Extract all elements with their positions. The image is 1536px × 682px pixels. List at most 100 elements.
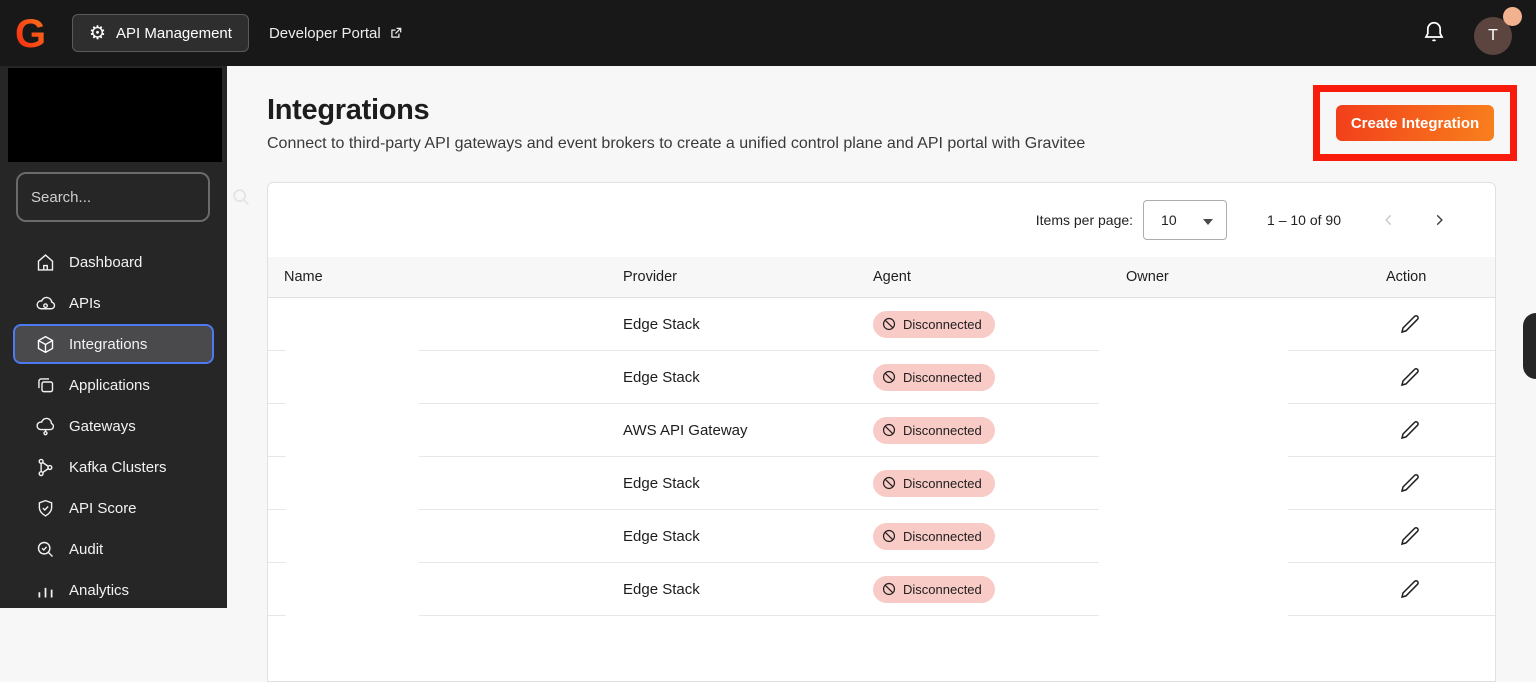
sidebar-item-apis[interactable]: APIs (13, 283, 214, 323)
edit-pencil-icon[interactable] (1396, 522, 1424, 550)
column-header-name: Name (284, 269, 323, 285)
status-badge: Disconnected (873, 310, 995, 338)
api-management-label: API Management (116, 24, 232, 42)
search-check-icon (34, 538, 56, 560)
redacted-cell-overlay (1099, 351, 1288, 405)
redacted-cell-overlay (286, 457, 419, 511)
sidebar-item-analytics[interactable]: Analytics (13, 570, 214, 610)
redacted-cell-overlay (286, 404, 419, 458)
sidebar-item-kafka-clusters[interactable]: Kafka Clusters (13, 447, 214, 487)
cell-action (1370, 416, 1495, 444)
edit-pencil-icon[interactable] (1396, 469, 1424, 497)
floating-widget-partial[interactable] (1523, 313, 1536, 379)
redacted-cell-overlay (1099, 298, 1288, 352)
sidebar-search (16, 172, 249, 222)
sidebar-item-label: Integrations (69, 335, 148, 353)
edit-pencil-icon[interactable] (1396, 363, 1424, 391)
main-content: Integrations Connect to third-party API … (227, 66, 1536, 682)
items-per-page-label: Items per page: (1035, 212, 1134, 228)
cell-agent: Disconnected (857, 575, 1110, 603)
cell-agent: Disconnected (857, 310, 1110, 338)
sidebar: Dashboard APIs Integrations Appli (0, 66, 249, 611)
gear-icon: ⚙ (89, 22, 107, 44)
disconnected-icon (882, 317, 896, 331)
edit-pencil-icon[interactable] (1396, 575, 1424, 603)
column-header-agent: Agent (873, 269, 911, 285)
sidebar-item-label: Applications (69, 376, 150, 394)
developer-portal-link[interactable]: Developer Portal (269, 25, 403, 42)
svg-text:G: G (15, 12, 46, 55)
status-badge-label: Disconnected (903, 369, 982, 385)
cloud-node-icon (34, 415, 56, 437)
redacted-cell-overlay (1099, 510, 1288, 564)
topbar-actions: T (1420, 7, 1522, 55)
disconnected-icon (882, 370, 896, 384)
api-management-button[interactable]: ⚙ API Management (72, 14, 249, 52)
table-row: Edge Stack Disconnected (268, 351, 1495, 405)
annotation-highlight-box: Create Integration (1313, 85, 1517, 161)
edit-pencil-icon[interactable] (1396, 310, 1424, 338)
layered-squares-icon (34, 374, 56, 396)
redacted-cell-overlay (1099, 404, 1288, 458)
table-header-row: Name Provider Agent Owner Action (268, 257, 1495, 298)
column-header-owner: Owner (1126, 269, 1169, 285)
disconnected-icon (882, 476, 896, 490)
search-input[interactable] (18, 188, 230, 206)
next-page-button[interactable] (1427, 208, 1451, 232)
cell-action (1370, 310, 1495, 338)
top-bar: G ⚙ API Management Developer Portal T (0, 0, 1536, 66)
sidebar-nav: Dashboard APIs Integrations Applications… (0, 242, 227, 611)
page-subtitle: Connect to third-party API gateways and … (267, 135, 1086, 152)
redacted-cell-overlay (286, 563, 419, 617)
status-badge-label: Disconnected (903, 528, 982, 544)
sidebar-item-audit[interactable]: Audit (13, 529, 214, 569)
previous-page-button[interactable] (1377, 208, 1401, 232)
sidebar-item-label: API Score (69, 499, 137, 517)
notifications-bell-icon[interactable] (1420, 19, 1448, 47)
status-badge-label: Disconnected (903, 316, 982, 332)
external-link-icon (389, 26, 403, 40)
pagination-bar: Items per page: 10 1 – 10 of 90 (268, 183, 1495, 257)
create-integration-button[interactable]: Create Integration (1336, 105, 1494, 141)
cell-action (1370, 575, 1495, 603)
sidebar-item-label: Audit (69, 540, 104, 558)
developer-portal-label: Developer Portal (268, 24, 381, 42)
redacted-environment-block (8, 68, 222, 162)
sidebar-item-applications[interactable]: Applications (13, 365, 214, 405)
sidebar-item-gateways[interactable]: Gateways (13, 406, 214, 446)
redacted-cell-overlay (1099, 457, 1288, 511)
cell-provider: AWS API Gateway (623, 421, 748, 439)
column-header-action: Action (1386, 269, 1427, 285)
sidebar-item-dashboard[interactable]: Dashboard (13, 242, 214, 282)
kafka-nodes-icon (34, 456, 56, 478)
items-per-page-select[interactable]: 10 (1143, 200, 1228, 240)
status-badge: Disconnected (873, 522, 995, 550)
status-badge-label: Disconnected (903, 422, 982, 438)
cell-provider: Edge Stack (623, 527, 700, 545)
redacted-cell-overlay (286, 510, 419, 564)
search-icon (230, 186, 252, 208)
disconnected-icon (882, 582, 896, 596)
status-badge: Disconnected (873, 363, 995, 391)
table-row: Edge Stack Disconnected (268, 298, 1495, 352)
home-icon (34, 251, 56, 273)
user-menu: T (1474, 7, 1522, 55)
table-row: Edge Stack Disconnected (268, 563, 1495, 617)
cell-provider: Edge Stack (623, 315, 700, 333)
avatar-letter: T (1488, 27, 1498, 44)
cloud-api-icon (34, 292, 56, 314)
status-badge: Disconnected (873, 469, 995, 497)
page-title: Integrations (267, 94, 430, 126)
chevron-down-icon (1203, 219, 1214, 225)
sidebar-item-label: Dashboard (69, 253, 143, 271)
cell-action (1370, 522, 1495, 550)
disconnected-icon (882, 529, 896, 543)
presence-dot (1503, 7, 1522, 26)
sidebar-item-integrations[interactable]: Integrations (13, 324, 214, 364)
sidebar-item-api-score[interactable]: API Score (13, 488, 214, 528)
pagination-range-label: 1 – 10 of 90 (1267, 212, 1341, 228)
edit-pencil-icon[interactable] (1396, 416, 1424, 444)
items-per-page-value: 10 (1161, 212, 1177, 228)
table-row: Edge Stack Disconnected (268, 510, 1495, 564)
gravitee-logo-icon[interactable]: G (13, 11, 55, 55)
